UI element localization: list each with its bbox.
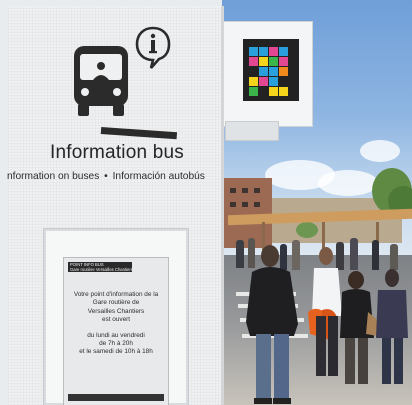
title-underline [100, 127, 178, 140]
notice-line: Gare routière de [92, 299, 140, 307]
notice-footer-bar [68, 394, 164, 401]
notice-header-subline: Gare routière Versailles Chantiers [70, 267, 132, 272]
notice-poster: POINT INFO BUS Gare routière Versailles … [64, 258, 168, 405]
pedestrian [372, 240, 379, 270]
subtitle-separator: • [104, 171, 108, 182]
photo-scene: Information bus nformation on buses • In… [0, 0, 412, 405]
notice-line: Versailles Chantiers [87, 307, 145, 315]
info-bubble-icon [135, 26, 171, 69]
tree [296, 222, 318, 238]
notice-line: est ouvert [101, 316, 131, 324]
bus-icon [74, 46, 128, 116]
notice-hours-line: de 7h à 20h [99, 340, 133, 348]
kiosk-edge [221, 6, 224, 405]
subtitle-es: Información autobús [112, 171, 205, 182]
notice-hours-line: et le samedi de 10h à 18h [79, 348, 153, 356]
marker-sign [224, 22, 312, 126]
person-with-backpack [376, 269, 408, 384]
pedestrian [390, 244, 398, 270]
notice-hours-line: du lundi au vendredi [87, 331, 145, 339]
pedestrian [236, 240, 244, 268]
notice-header: POINT INFO BUS Gare routière Versailles … [68, 262, 132, 272]
notice-line: Votre point d'information de la [73, 291, 159, 298]
cloud [360, 140, 400, 162]
cloud [318, 170, 378, 196]
color-code-marker [243, 39, 299, 101]
kiosk-title: Information bus [50, 142, 184, 163]
subtitle-fr: nformation on buses [7, 171, 100, 182]
sign-bracket [226, 122, 278, 140]
kiosk-subtitle: nformation on buses • Información autobú… [7, 171, 233, 182]
notice-body: Votre point d'information de la Gare rou… [68, 291, 164, 357]
